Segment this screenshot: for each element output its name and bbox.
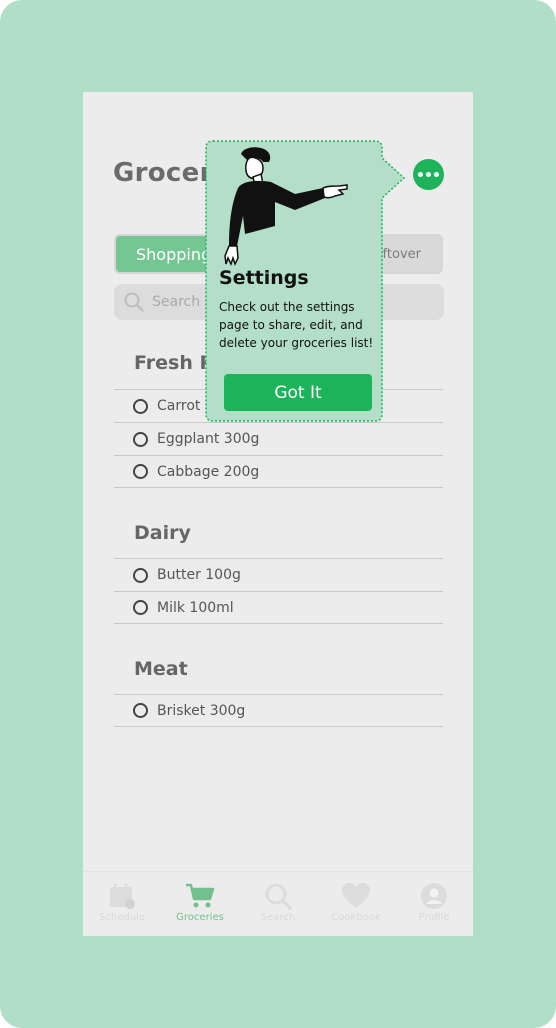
nav-item-cookbook[interactable]: Cookbook xyxy=(321,881,391,923)
item-label: Carrot xyxy=(157,398,201,414)
checkbox-circle-icon[interactable] xyxy=(133,431,148,447)
page-title: Grocer xyxy=(113,158,213,188)
settings-tooltip: Settings Check out the settings page to … xyxy=(205,140,405,422)
item-label: Brisket 300g xyxy=(157,702,246,719)
checkbox-circle-icon[interactable] xyxy=(133,398,148,414)
search-icon xyxy=(124,292,144,312)
search-icon xyxy=(263,881,293,911)
nav-label: Cookbook xyxy=(331,912,381,923)
profile-icon xyxy=(419,881,449,911)
item-label: Butter 100g xyxy=(157,567,241,583)
item-label: Eggplant 300g xyxy=(157,431,260,447)
nav-item-groceries[interactable]: Groceries xyxy=(165,881,235,923)
checkbox-circle-icon[interactable] xyxy=(133,703,148,718)
more-dot-icon xyxy=(426,172,431,177)
nav-label: Schedule xyxy=(99,912,145,923)
section-title-dairy: Dairy xyxy=(134,522,191,544)
search-placeholder: Search xyxy=(152,294,201,310)
list-item[interactable]: Cabbage 200g xyxy=(114,455,443,488)
tooltip-body: Check out the settings page to share, ed… xyxy=(219,300,374,350)
more-options-button[interactable] xyxy=(413,159,444,190)
list-item[interactable]: Brisket 300g xyxy=(114,694,443,727)
checkbox-circle-icon[interactable] xyxy=(133,600,148,615)
item-label: Milk 100ml xyxy=(157,599,234,616)
section-title-meat: Meat xyxy=(134,658,188,680)
list-item[interactable]: Eggplant 300g xyxy=(114,422,443,455)
cart-icon xyxy=(185,881,215,911)
got-it-button[interactable]: Got It xyxy=(224,374,372,411)
list-item[interactable]: Butter 100g xyxy=(114,558,443,591)
more-dot-icon xyxy=(418,172,423,177)
calendar-icon xyxy=(107,881,137,911)
nav-label: Groceries xyxy=(176,912,224,923)
nav-item-schedule[interactable]: Schedule xyxy=(87,881,157,923)
nav-label: Search xyxy=(260,912,296,923)
checkbox-circle-icon[interactable] xyxy=(133,567,148,583)
more-dot-icon xyxy=(434,172,439,177)
heart-icon xyxy=(341,881,371,911)
bottom-nav: Schedule Groceries Search Cookbook Profi… xyxy=(83,871,473,936)
person-pointing-illustration xyxy=(224,147,348,266)
section-title-fresh-produce: Fresh P xyxy=(134,352,214,374)
item-label: Cabbage 200g xyxy=(157,463,260,480)
checkbox-circle-icon[interactable] xyxy=(133,464,148,479)
list-item[interactable]: Milk 100ml xyxy=(114,591,443,624)
nav-item-search[interactable]: Search xyxy=(243,881,313,923)
nav-item-profile[interactable]: Profile xyxy=(399,881,469,923)
nav-label: Profile xyxy=(418,912,450,923)
tooltip-title: Settings xyxy=(219,267,309,289)
